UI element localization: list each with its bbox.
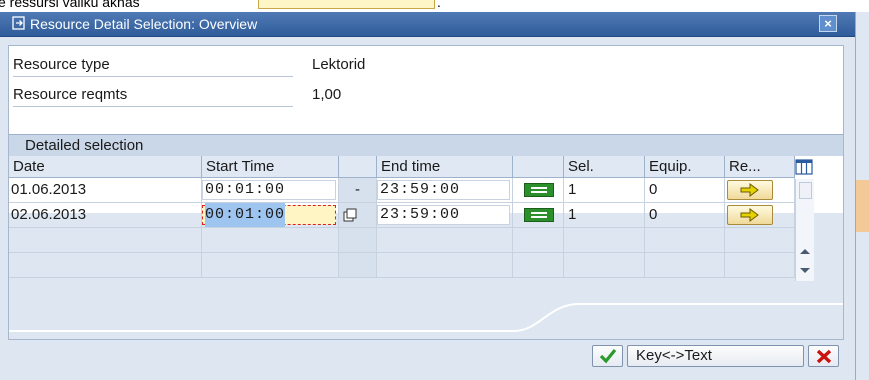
column-header-re[interactable]: Re... bbox=[725, 156, 795, 178]
end-time-input[interactable]: 23:59:00 bbox=[377, 180, 510, 200]
title-bar[interactable]: Resource Detail Selection: Overview × bbox=[0, 12, 855, 37]
table-row-1-status bbox=[513, 178, 564, 203]
resource-assign-button[interactable] bbox=[727, 180, 773, 200]
background-highlight bbox=[856, 180, 869, 232]
close-button[interactable]: × bbox=[819, 15, 837, 32]
column-header-start-time[interactable]: Start Time bbox=[202, 156, 339, 178]
caption-text: e ressursi valiku aknas bbox=[0, 0, 140, 10]
table-row-empty bbox=[725, 253, 795, 278]
resource-reqmts-label: Resource reqmts bbox=[13, 86, 128, 103]
table-row-empty bbox=[513, 228, 564, 253]
table-row-empty bbox=[202, 253, 339, 278]
table-row-2-re bbox=[725, 203, 795, 228]
table-row-1-separator: - bbox=[339, 178, 377, 203]
cancel-button[interactable] bbox=[808, 345, 839, 367]
key-text-toggle-button[interactable]: Key<->Text bbox=[627, 345, 804, 367]
table-row-empty bbox=[645, 228, 725, 253]
end-time-input[interactable]: 23:59:00 bbox=[377, 205, 510, 225]
scroll-down-icon[interactable] bbox=[799, 267, 811, 275]
table-row-1-sel: 1 bbox=[564, 178, 645, 203]
window-title: Resource Detail Selection: Overview bbox=[30, 16, 258, 32]
column-header-equip[interactable]: Equip. bbox=[645, 156, 725, 178]
table-row-1-end-cell: 23:59:00 bbox=[377, 178, 513, 203]
table-row-empty bbox=[564, 228, 645, 253]
close-icon: × bbox=[824, 16, 832, 31]
table-row-empty bbox=[725, 228, 795, 253]
resource-type-value: Lektorid bbox=[312, 56, 366, 73]
key-text-label: Key<->Text bbox=[636, 347, 712, 364]
column-header-end-time[interactable]: End time bbox=[377, 156, 513, 178]
scroll-up-icon[interactable] bbox=[799, 247, 811, 255]
table-row-2-end-cell: 23:59:00 bbox=[377, 203, 513, 228]
document-caption: e ressursi valiku aknas . bbox=[0, 0, 869, 12]
end-time-value: 23:59:00 bbox=[380, 181, 461, 198]
confirm-button[interactable] bbox=[592, 345, 623, 367]
vertical-scrollbar[interactable] bbox=[795, 179, 814, 281]
copy-icon[interactable] bbox=[343, 208, 357, 222]
resource-assign-button[interactable] bbox=[727, 205, 773, 225]
table-row-1-start-cell: 00:01:00 bbox=[202, 178, 339, 203]
table-row-empty bbox=[645, 253, 725, 278]
group-title: Detailed selection bbox=[25, 137, 144, 154]
cancel-x-icon bbox=[816, 349, 832, 364]
table-row-1-re bbox=[725, 178, 795, 203]
table-row-2-start-cell: 00:01:00 bbox=[202, 203, 339, 228]
table-row-2-equip: 0 bbox=[645, 203, 725, 228]
confirm-check-icon bbox=[599, 348, 617, 364]
edit-document-icon bbox=[12, 16, 25, 30]
start-time-value: 00:01:00 bbox=[205, 181, 286, 198]
table-row-2-status bbox=[513, 203, 564, 228]
table-row-2-date: 02.06.2013 bbox=[9, 203, 202, 228]
column-header-sel[interactable]: Sel. bbox=[564, 156, 645, 178]
table-row-empty bbox=[377, 253, 513, 278]
column-header-status bbox=[513, 156, 564, 178]
table-row-2-sel: 1 bbox=[564, 203, 645, 228]
caption-input-box bbox=[258, 0, 435, 9]
table-row-empty bbox=[202, 228, 339, 253]
detailed-selection-header: Detailed selection bbox=[9, 134, 843, 156]
column-header-date[interactable]: Date bbox=[9, 156, 202, 178]
label-underline bbox=[13, 76, 293, 77]
table-row-empty bbox=[9, 253, 202, 278]
table-row-empty bbox=[9, 228, 202, 253]
caption-suffix: . bbox=[437, 0, 441, 10]
table-row-empty bbox=[339, 228, 377, 253]
content-area: Resource type Lektorid Resource reqmts 1… bbox=[8, 45, 844, 340]
table-row-empty bbox=[377, 228, 513, 253]
table-row-empty bbox=[564, 253, 645, 278]
scroll-thumb[interactable] bbox=[799, 182, 812, 199]
green-equal-icon[interactable] bbox=[524, 183, 554, 197]
yellow-arrow-icon bbox=[740, 183, 759, 197]
detail-table: Date Start Time End time Sel. Equip. Re.… bbox=[9, 156, 807, 281]
resource-detail-dialog: Resource Detail Selection: Overview × Re… bbox=[0, 12, 855, 380]
green-equal-icon[interactable] bbox=[524, 208, 554, 222]
label-underline bbox=[13, 106, 293, 107]
table-config-icon[interactable] bbox=[795, 158, 813, 176]
table-row-2-separator bbox=[339, 203, 377, 228]
resource-reqmts-value: 1,00 bbox=[312, 86, 342, 103]
resource-type-label: Resource type bbox=[13, 56, 110, 73]
table-row-empty bbox=[513, 253, 564, 278]
end-time-value: 23:59:00 bbox=[380, 206, 461, 223]
panel-curve bbox=[9, 303, 843, 339]
table-row-1-equip: 0 bbox=[645, 178, 725, 203]
yellow-arrow-icon bbox=[740, 208, 759, 222]
table-row-empty bbox=[339, 253, 377, 278]
start-time-value: 00:01:00 bbox=[205, 203, 286, 227]
table-row-1-date: 01.06.2013 bbox=[9, 178, 202, 203]
start-time-input-focused[interactable]: 00:01:00 bbox=[202, 203, 336, 227]
column-header-separator bbox=[339, 156, 377, 178]
start-time-input[interactable]: 00:01:00 bbox=[202, 180, 336, 200]
